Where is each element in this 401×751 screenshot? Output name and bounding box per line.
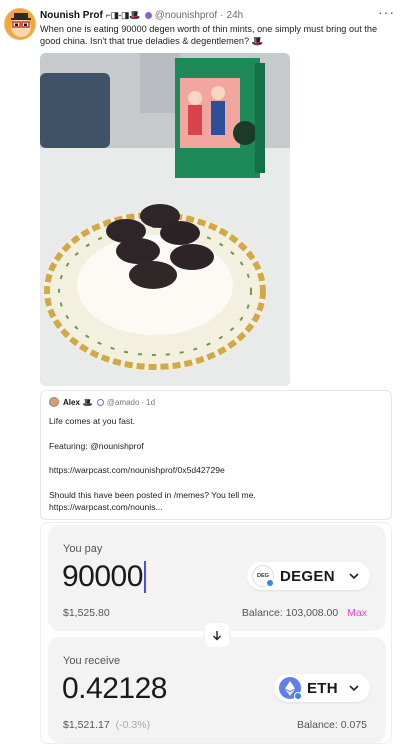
swap-direction-button[interactable] <box>203 621 231 649</box>
post-time: 24h <box>226 9 244 21</box>
chain-badge-icon <box>294 692 302 700</box>
receive-token-selector[interactable]: ETH <box>274 674 370 702</box>
swap-widget: You pay 90000 DEG DEGEN $1,525.80 Balanc… <box>40 522 392 744</box>
receive-amount: 0.42128 <box>62 672 167 706</box>
chain-badge-icon <box>266 579 274 587</box>
quoted-author-avatar[interactable] <box>49 397 59 407</box>
quoted-link[interactable]: https://warpcast.com/nounishprof/0x5d427… <box>49 465 225 475</box>
quoted-post-time: 1d <box>146 397 156 407</box>
arrow-down-icon <box>213 630 221 640</box>
receive-balance: Balance: 0.075 <box>296 719 367 731</box>
receive-amount-value: 0.42128 <box>62 672 167 705</box>
author-avatar[interactable] <box>4 8 36 40</box>
receive-fiat-text: $1,521.17 <box>63 719 110 731</box>
quoted-link[interactable]: https://warpcast.com/nounis... <box>49 502 163 512</box>
pay-balance: Balance: 103,008.00 Max <box>242 607 367 619</box>
quoted-author-name[interactable]: Alex <box>63 398 80 407</box>
quoted-author-handle[interactable]: @amado <box>107 398 140 407</box>
pay-amount-value: 90000 <box>62 560 143 593</box>
pay-label: You pay <box>63 543 103 555</box>
power-badge-icon <box>144 11 152 19</box>
pay-panel: You pay 90000 DEG DEGEN $1,525.80 Balanc… <box>48 525 386 631</box>
post-text: When one is eating 90000 degen worth of … <box>40 24 378 46</box>
post-photo[interactable] <box>40 53 290 386</box>
receive-token-symbol: ETH <box>307 679 338 697</box>
cast-header: Nounish Prof ⌐◨-◨🎩 @nounishprof · 24h <box>40 8 243 22</box>
quoted-author-hat: 🎩 <box>82 397 93 407</box>
price-impact: (-0.3%) <box>115 719 151 731</box>
text-caret <box>143 561 146 593</box>
quoted-line: Featuring: @nounishprof <box>49 441 144 451</box>
separator-dot: · <box>220 9 224 21</box>
receive-fiat-value: $1,521.17 (-0.3%) <box>63 719 150 731</box>
max-button[interactable]: Max <box>347 607 367 619</box>
pay-amount-input[interactable]: 90000 <box>62 560 146 594</box>
pay-fiat-value: $1,525.80 <box>63 607 110 619</box>
cookie-plate-photo-icon <box>40 53 290 386</box>
cast-post: Nounish Prof ⌐◨-◨🎩 @nounishprof · 24h ··… <box>0 0 401 751</box>
quoted-cast[interactable]: Alex 🎩 @amado · 1d Life comes at you fas… <box>40 390 392 520</box>
eth-token-icon <box>279 677 302 700</box>
quoted-line: Should this have been posted in /memes? … <box>49 490 256 500</box>
author-name-glyphs: ⌐◨-◨🎩 <box>105 9 140 20</box>
pay-token-symbol: DEGEN <box>280 567 335 585</box>
degen-token-icon: DEG <box>252 565 274 587</box>
receive-label: You receive <box>63 655 121 667</box>
quoted-line: Life comes at you fast. <box>49 416 135 426</box>
degen-token-icon-label: DEG <box>257 573 269 579</box>
chevron-down-icon <box>348 682 360 694</box>
quoted-power-badge-icon <box>96 398 104 406</box>
quoted-cast-header: Alex 🎩 @amado · 1d <box>49 397 155 407</box>
author-handle[interactable]: @nounishprof <box>155 10 217 21</box>
receive-panel: You receive 0.42128 ETH $1,521.17 (-0.3%… <box>48 637 386 743</box>
quoted-separator-dot: · <box>141 397 145 407</box>
pay-token-selector[interactable]: DEG DEGEN <box>247 562 370 590</box>
pay-balance-text: Balance: 103,008.00 <box>241 607 339 619</box>
chevron-down-icon <box>348 570 360 582</box>
more-options-icon[interactable]: ··· <box>378 4 395 20</box>
author-name[interactable]: Nounish Prof <box>40 10 103 21</box>
